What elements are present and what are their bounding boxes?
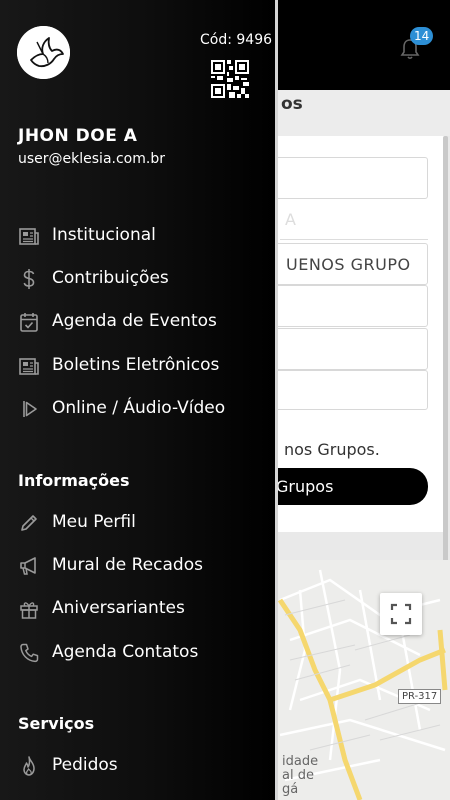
menu-item-label: Aniversariantes <box>52 598 185 618</box>
menu-item-aniversariantes[interactable]: Aniversariantes <box>0 589 275 629</box>
gift-icon <box>20 602 38 619</box>
user-email: user@eklesia.com.br <box>18 151 165 167</box>
section-title-informacoes: Informações <box>18 471 130 490</box>
dove-logo-icon <box>17 26 70 79</box>
menu-item-agenda-contatos[interactable]: Agenda Contatos <box>0 633 275 673</box>
app-logo <box>17 26 70 79</box>
user-name: JHON DOE A <box>18 126 138 146</box>
newspaper-icon <box>19 358 39 375</box>
calendar-check-icon <box>20 313 38 332</box>
menu-item-boletins[interactable]: Boletins Eletrônicos <box>0 346 275 386</box>
dollar-icon <box>23 269 35 289</box>
menu-item-label: Agenda de Eventos <box>52 311 217 331</box>
menu-item-meu-perfil[interactable]: Meu Perfil <box>0 503 275 543</box>
menu-item-label: Mural de Recados <box>52 555 203 575</box>
play-icon <box>23 401 37 417</box>
menu-item-label: Pedidos <box>52 755 118 775</box>
pencil-icon <box>21 515 37 531</box>
menu-item-label: Agenda Contatos <box>52 642 199 662</box>
menu-item-agenda-eventos[interactable]: Agenda de Eventos <box>0 302 275 342</box>
menu-item-label: Meu Perfil <box>52 512 136 532</box>
section-title-servicos: Serviços <box>18 714 95 733</box>
menu-item-label: Boletins Eletrônicos <box>52 355 220 375</box>
megaphone-icon <box>20 557 36 575</box>
menu-item-mural-recados[interactable]: Mural de Recados <box>0 546 275 586</box>
drawer-scrim[interactable] <box>278 0 450 800</box>
menu-item-institucional[interactable]: Institucional <box>0 216 275 256</box>
newspaper-icon <box>19 228 39 245</box>
qr-code-icon[interactable] <box>211 60 249 98</box>
menu-item-label: Online / Áudio-Vídeo <box>52 398 226 418</box>
menu-item-label: Institucional <box>52 225 156 245</box>
menu-item-online-audio-video[interactable]: Online / Áudio-Vídeo <box>0 389 275 429</box>
flame-icon <box>23 756 35 776</box>
menu-item-label: Contribuições <box>52 268 169 288</box>
menu-item-pedidos[interactable]: Pedidos <box>0 746 275 786</box>
member-code: Cód: 9496 <box>200 32 273 48</box>
menu-item-contribuicoes[interactable]: Contribuições <box>0 259 275 299</box>
phone-icon <box>20 643 39 663</box>
navigation-drawer: Cód: 9496 JHON DOE A user@eklesia.com.br <box>0 0 278 800</box>
